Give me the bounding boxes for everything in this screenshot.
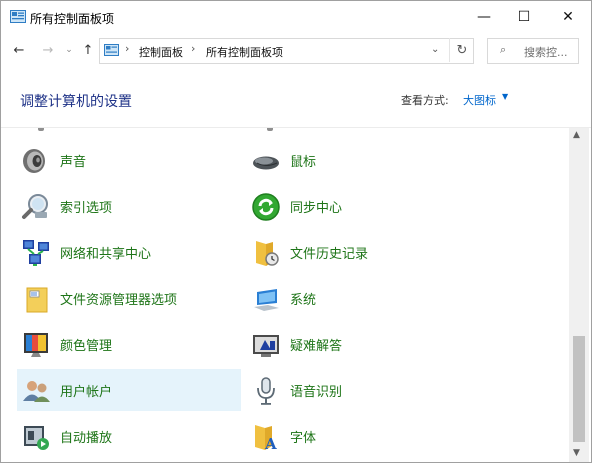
view-by-label: 查看方式: xyxy=(401,94,449,107)
control-panel-window: 所有控制面板项 — ☐ ✕ ← → ⌄ ↑ › 控制面板 › 所有控制面板项 ⌄… xyxy=(0,0,592,463)
recent-locations-button[interactable]: ⌄ xyxy=(60,41,78,59)
scroll-up-button[interactable]: ▲ xyxy=(573,130,580,140)
svg-text:A: A xyxy=(264,435,277,452)
previous-row-icon-fragment xyxy=(38,128,44,131)
item-network-sharing[interactable]: 网络和共享中心 xyxy=(17,231,241,273)
breadcrumb-separator[interactable]: › xyxy=(125,42,129,55)
item-label: 索引选项 xyxy=(60,201,113,216)
fonts-icon: A xyxy=(255,425,277,452)
item-autoplay[interactable]: 自动播放 xyxy=(17,415,241,457)
window-title: 所有控制面板项 xyxy=(30,12,115,26)
item-label: 文件历史记录 xyxy=(290,247,369,262)
sync-icon xyxy=(252,193,280,221)
control-panel-app-icon xyxy=(10,10,26,23)
scroll-down-button[interactable]: ▼ xyxy=(573,448,580,458)
address-bar[interactable]: › 控制面板 › 所有控制面板项 ⌄ xyxy=(99,38,474,64)
item-label: 疑难解答 xyxy=(290,339,343,354)
up-button[interactable]: ↑ xyxy=(79,41,97,59)
item-sound[interactable]: 声音 xyxy=(17,139,241,181)
item-label: 鼠标 xyxy=(290,155,317,170)
speaker-icon xyxy=(23,149,45,173)
item-fonts[interactable]: A 字体 xyxy=(247,415,471,457)
back-button[interactable]: ← xyxy=(10,41,28,59)
folder-options-icon xyxy=(26,287,48,313)
item-label: 网络和共享中心 xyxy=(60,247,152,262)
item-label: 同步中心 xyxy=(290,201,343,216)
item-label: 系统 xyxy=(290,293,317,308)
item-system[interactable]: 系统 xyxy=(247,277,471,319)
chevron-down-icon[interactable]: ▼ xyxy=(502,92,508,101)
item-speech-recognition[interactable]: 语音识别 xyxy=(247,369,471,411)
item-file-history[interactable]: 文件历史记录 xyxy=(247,231,471,273)
maximize-button[interactable]: ☐ xyxy=(501,1,547,33)
refresh-button[interactable]: ↻ xyxy=(449,38,474,62)
network-icon xyxy=(23,240,49,266)
item-label: 字体 xyxy=(290,431,317,446)
search-input[interactable]: ⌕ 搜索控... xyxy=(487,38,579,64)
control-panel-icon xyxy=(104,44,119,56)
control-panel-items: 声音 鼠标 索引选项 同步中心 网络和共享中心 文件历史记录 文件资源管理器选项… xyxy=(1,128,569,462)
item-file-explorer-options[interactable]: 文件资源管理器选项 xyxy=(17,277,241,319)
title-bar[interactable]: 所有控制面板项 — ☐ ✕ xyxy=(1,1,591,33)
view-by-dropdown[interactable]: 大图标 xyxy=(463,92,496,108)
user-accounts-icon xyxy=(23,381,50,402)
item-label: 用户帐户 xyxy=(60,385,113,400)
address-dropdown-icon[interactable]: ⌄ xyxy=(431,44,439,55)
item-label: 自动播放 xyxy=(60,431,113,446)
page-title: 调整计算机的设置 xyxy=(20,94,132,110)
color-management-icon xyxy=(24,333,48,357)
microphone-icon xyxy=(257,377,275,405)
autoplay-icon xyxy=(24,426,49,450)
item-troubleshooting[interactable]: 疑难解答 xyxy=(247,323,471,365)
vertical-scrollbar[interactable]: ▲ ▼ xyxy=(569,128,589,462)
close-button[interactable]: ✕ xyxy=(545,1,591,33)
system-icon xyxy=(254,289,279,311)
navigation-bar: ← → ⌄ ↑ › 控制面板 › 所有控制面板项 ⌄ ↻ ⌕ 搜索控... xyxy=(1,33,591,69)
item-label: 文件资源管理器选项 xyxy=(60,293,178,308)
item-label: 语音识别 xyxy=(290,385,343,400)
mouse-icon xyxy=(253,156,279,170)
previous-row-icon-fragment xyxy=(267,128,273,131)
search-icon: ⌕ xyxy=(500,43,507,56)
search-placeholder: 搜索控... xyxy=(524,46,568,59)
file-history-icon xyxy=(256,241,279,266)
indexing-icon xyxy=(22,194,48,219)
scrollbar-thumb[interactable] xyxy=(573,336,585,442)
item-sync-center[interactable]: 同步中心 xyxy=(247,185,471,227)
item-label: 颜色管理 xyxy=(60,339,113,354)
item-mouse[interactable]: 鼠标 xyxy=(247,139,471,181)
breadcrumb-separator[interactable]: › xyxy=(191,42,195,55)
forward-button[interactable]: → xyxy=(39,41,57,59)
item-label: 声音 xyxy=(60,155,87,170)
breadcrumb-control-panel[interactable]: 控制面板 xyxy=(139,44,183,60)
troubleshooting-icon xyxy=(253,335,279,357)
item-indexing-options[interactable]: 索引选项 xyxy=(17,185,241,227)
content-header: 调整计算机的设置 查看方式: 大图标 ▼ xyxy=(1,69,591,128)
item-user-accounts[interactable]: 用户帐户 xyxy=(17,369,241,411)
breadcrumb-all-items[interactable]: 所有控制面板项 xyxy=(206,44,283,60)
item-color-management[interactable]: 颜色管理 xyxy=(17,323,241,365)
